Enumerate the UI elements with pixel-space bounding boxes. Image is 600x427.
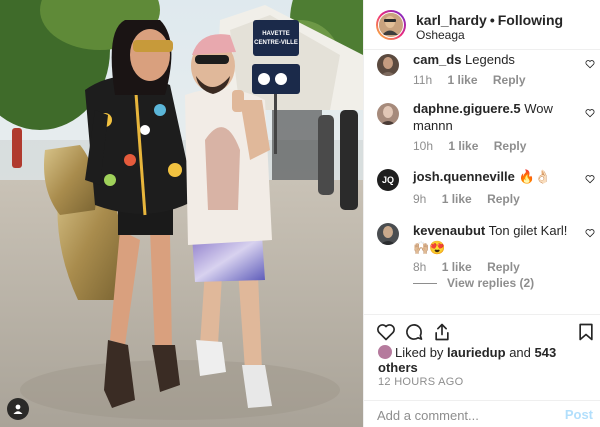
comment-avatar[interactable]	[377, 223, 399, 245]
liked-by-avatar[interactable]	[378, 345, 392, 359]
comment-meta: 9h 1 like Reply	[413, 192, 532, 206]
likes-prefix: Liked by	[395, 345, 444, 360]
author-avatar-image	[379, 13, 401, 35]
bookmark-icon[interactable]	[576, 322, 596, 342]
author-avatar[interactable]	[376, 10, 406, 40]
likes-summary: Liked by lauriedup and 543 others	[378, 345, 593, 375]
comment-avatar-image	[377, 103, 399, 125]
comment-text: cam_ds Legends	[413, 51, 583, 68]
comments-list[interactable]: cam_ds Legends 11h 1 like Reply daphne.g…	[364, 51, 600, 313]
comment-like-heart-icon[interactable]	[585, 228, 595, 238]
comment-avatar-initials: JQ	[381, 175, 394, 185]
comment-age[interactable]: 10h	[413, 139, 433, 153]
comment-meta: 11h 1 like Reply	[413, 73, 538, 87]
post-actions: Liked by lauriedup and 543 others 12 HOU…	[364, 314, 600, 427]
comment-avatar[interactable]	[377, 54, 399, 76]
view-replies-label: View replies (2)	[447, 276, 535, 290]
view-replies-button[interactable]: View replies (2)	[413, 276, 534, 290]
comment-body: Legends	[465, 52, 515, 67]
location-link[interactable]: Osheaga	[416, 28, 465, 42]
reply-button[interactable]: Reply	[487, 192, 520, 206]
comment-username[interactable]: cam_ds	[413, 52, 461, 67]
comment-item: JQ josh.quenneville 🔥👌🏻 9h 1 like Reply	[364, 166, 600, 208]
user-tag-button[interactable]	[7, 398, 29, 420]
comment-age[interactable]: 8h	[413, 260, 426, 274]
post-comment-button[interactable]: Post	[565, 407, 593, 422]
comment-text: josh.quenneville 🔥👌🏻	[413, 168, 583, 185]
share-icon[interactable]	[432, 322, 452, 342]
comment-like-heart-icon[interactable]	[585, 174, 595, 184]
comment-avatar-image	[377, 223, 399, 245]
comment-item: kevenaubut Ton gilet Karl! 🙌🏼😍 8h 1 like…	[364, 220, 600, 300]
post-timestamp[interactable]: 12 HOURS AGO	[378, 376, 464, 388]
follow-button[interactable]: Following	[498, 12, 563, 28]
liked-by-username[interactable]: lauriedup	[447, 345, 506, 360]
comment-text: daphne.giguere.5 Wow mannn	[413, 100, 583, 134]
comment-likes[interactable]: 1 like	[442, 192, 472, 206]
festival-photo: HAVETTE CENTRE-VILLE	[0, 0, 363, 427]
comment-likes[interactable]: 1 like	[442, 260, 472, 274]
comment-age[interactable]: 9h	[413, 192, 426, 206]
comment-meta: 10h 1 like Reply	[413, 139, 538, 153]
reply-button[interactable]: Reply	[493, 73, 526, 87]
comment-age[interactable]: 11h	[413, 73, 432, 87]
user-tag-icon	[13, 404, 23, 414]
comment-body: 🔥👌🏻	[518, 169, 551, 184]
post-photo[interactable]: HAVETTE CENTRE-VILLE	[0, 0, 363, 427]
author-line: karl_hardy • Following	[416, 12, 563, 28]
comment-icon[interactable]	[404, 322, 424, 342]
comment-avatar[interactable]	[377, 103, 399, 125]
add-comment-input[interactable]	[377, 406, 547, 424]
separator-dot: •	[489, 12, 495, 28]
view-replies-line	[413, 283, 437, 285]
sign-line-2: CENTRE-VILLE	[254, 40, 298, 46]
author-username[interactable]: karl_hardy	[416, 12, 487, 28]
comment-username[interactable]: kevenaubut	[413, 223, 485, 238]
comment-likes[interactable]: 1 like	[447, 73, 477, 87]
comment-username[interactable]: josh.quenneville	[413, 169, 515, 184]
comment-item: cam_ds Legends 11h 1 like Reply	[364, 51, 600, 91]
add-comment-bar: Post	[364, 400, 600, 427]
comment-avatar-image	[377, 54, 399, 76]
heart-icon[interactable]	[376, 322, 396, 342]
sign-line-1: HAVETTE	[262, 31, 290, 37]
post-header: karl_hardy • Following Osheaga	[364, 0, 600, 50]
reply-button[interactable]: Reply	[487, 260, 520, 274]
comment-like-heart-icon[interactable]	[585, 59, 595, 69]
comment-meta: 8h 1 like Reply	[413, 260, 532, 274]
comment-item: daphne.giguere.5 Wow mannn 10h 1 like Re…	[364, 100, 600, 158]
comment-username[interactable]: daphne.giguere.5	[413, 101, 521, 116]
reply-button[interactable]: Reply	[494, 139, 527, 153]
comment-likes[interactable]: 1 like	[448, 139, 478, 153]
post-details-panel: karl_hardy • Following Osheaga cam_ds Lege…	[363, 0, 600, 427]
comment-avatar[interactable]: JQ	[377, 169, 399, 191]
comment-like-heart-icon[interactable]	[585, 108, 595, 118]
likes-conjunction: and	[509, 345, 531, 360]
comment-text: kevenaubut Ton gilet Karl! 🙌🏼😍	[413, 222, 583, 256]
